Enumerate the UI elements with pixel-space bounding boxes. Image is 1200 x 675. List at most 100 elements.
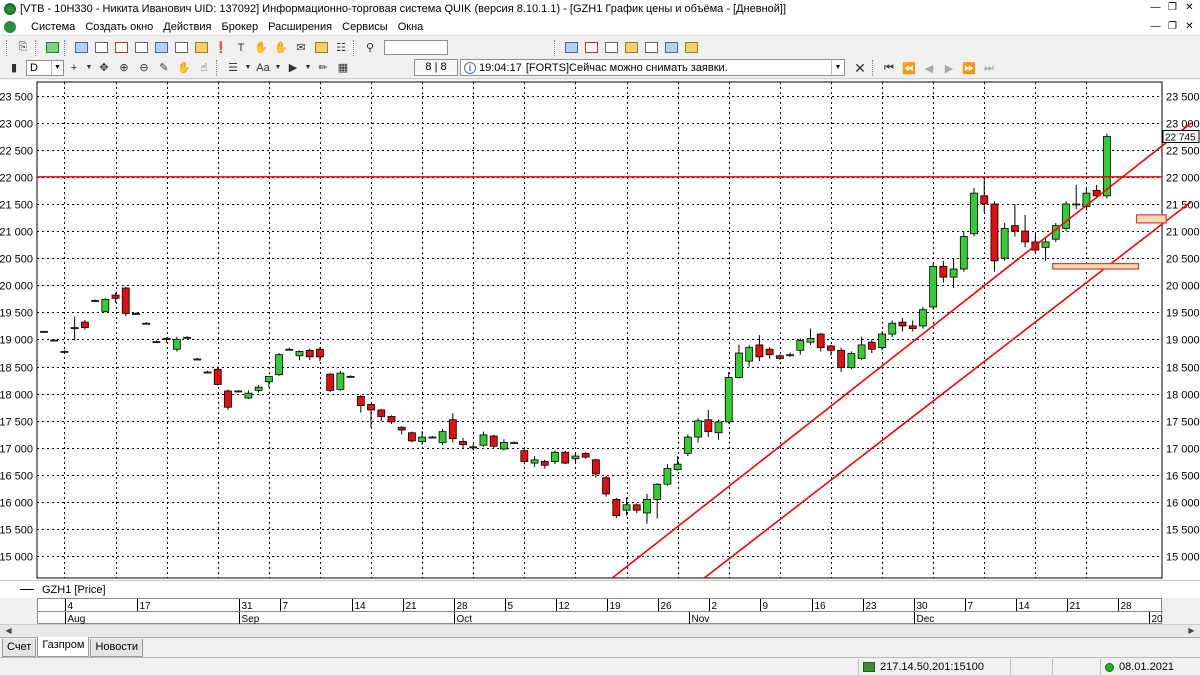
connection-icon — [863, 662, 875, 672]
toolbar-grip[interactable] — [6, 39, 9, 56]
forward-icon[interactable]: ▶ — [940, 60, 958, 76]
quotes-icon[interactable] — [92, 40, 110, 56]
candle-body — [326, 373, 335, 391]
tab-gazprom[interactable]: Газпром — [37, 637, 90, 657]
price-chart[interactable]: 15 000 15 000 15 500 15 500 16 000 16 000 16 5… — [0, 80, 1200, 580]
tool-t-icon[interactable]: T — [232, 40, 250, 56]
font-icon[interactable]: Aa — [254, 60, 272, 76]
close-message-icon[interactable]: ✕ — [851, 60, 869, 76]
app-menu-icon[interactable] — [4, 20, 16, 33]
interval-select[interactable]: D ▼ — [26, 59, 64, 76]
message-icon[interactable] — [602, 40, 620, 56]
search-input[interactable] — [384, 40, 448, 55]
chart-canvas[interactable]: 15 000 15 000 15 500 15 500 16 000 16 000 16 5… — [0, 80, 1200, 580]
candle-body — [714, 421, 723, 434]
child-minimize-icon[interactable]: — — [1147, 19, 1164, 35]
candle-body — [704, 419, 713, 433]
zoom-in-icon[interactable]: ⊕ — [115, 60, 133, 76]
zoom-out-icon[interactable]: ⊖ — [135, 60, 153, 76]
candle-body — [571, 455, 580, 460]
restore-icon[interactable]: ❐ — [1164, 0, 1181, 16]
current-table-icon[interactable] — [72, 40, 90, 56]
inbox-icon[interactable] — [662, 40, 680, 56]
mail-icon[interactable] — [642, 40, 660, 56]
connect-icon[interactable] — [562, 40, 580, 56]
chart-type-icon[interactable]: ▮ — [5, 60, 23, 76]
menu-broker[interactable]: Брокер — [217, 21, 264, 33]
menu-windows[interactable]: Окна — [393, 21, 429, 33]
y-tick-label-right: 23 500 — [1166, 92, 1200, 104]
last-icon[interactable]: ⏭ — [980, 60, 998, 76]
close-icon[interactable]: ✕ — [1181, 0, 1198, 16]
portfolio-icon[interactable] — [152, 40, 170, 56]
wallet-icon[interactable] — [312, 40, 330, 56]
search-icon[interactable]: ⚲ — [361, 40, 379, 56]
disconnect-icon[interactable] — [582, 40, 600, 56]
y-tick-label-left: 22 000 — [0, 173, 33, 185]
menu-extensions[interactable]: Расширения — [263, 21, 337, 33]
menu-services[interactable]: Сервисы — [337, 21, 393, 33]
lines-icon[interactable]: ☰ — [224, 60, 242, 76]
y-tick-label-right: 20 000 — [1166, 281, 1200, 293]
y-tick-label-right: 16 000 — [1166, 498, 1200, 510]
link-icon[interactable]: ⎘ — [14, 40, 32, 56]
y-tick-label-left: 16 000 — [0, 498, 33, 510]
dropdown-small-icon-3[interactable]: ▼ — [274, 60, 282, 76]
analysis-icon[interactable]: ☷ — [332, 40, 350, 56]
position-icon[interactable] — [192, 40, 210, 56]
scroll-right-icon[interactable]: ▶ — [1185, 625, 1198, 637]
candle-body — [224, 390, 232, 408]
new-order-icon[interactable] — [43, 40, 61, 56]
alert-icon[interactable]: ❗ — [212, 40, 230, 56]
status-message-box[interactable]: i 19:04:17 [FORTS]Сейчас можно снимать з… — [460, 59, 845, 76]
tab-news[interactable]: Новости — [90, 639, 144, 657]
dropdown-small-icon[interactable]: ▼ — [85, 60, 93, 76]
back-icon[interactable]: ◀ — [920, 60, 938, 76]
scroll-left-icon[interactable]: ◀ — [2, 625, 15, 637]
y-tick-label-right: 20 500 — [1166, 254, 1200, 266]
dropdown-small-icon-4[interactable]: ▼ — [304, 60, 312, 76]
first-icon[interactable]: ⏮ — [880, 60, 898, 76]
candle-body — [499, 442, 508, 450]
move-icon[interactable]: ✥ — [95, 60, 113, 76]
draw-icon[interactable]: ✏ — [314, 60, 332, 76]
eraser-icon[interactable]: ▦ — [334, 60, 352, 76]
dropdown-small-icon-2[interactable]: ▼ — [244, 60, 252, 76]
orders-icon[interactable] — [132, 40, 150, 56]
horizontal-scrollbar[interactable]: ◀ ▶ — [0, 624, 1200, 637]
hand-select-icon[interactable]: ☝ — [195, 60, 213, 76]
y-tick-label-right: 17 500 — [1166, 417, 1200, 429]
child-close-icon[interactable]: ✕ — [1181, 19, 1198, 35]
crosshair-icon[interactable]: + — [65, 60, 83, 76]
bell-icon[interactable]: ✉ — [292, 40, 310, 56]
next-icon[interactable]: ⏩ — [960, 60, 978, 76]
stop-orders-icon[interactable] — [172, 40, 190, 56]
y-tick-label-left: 17 500 — [0, 417, 33, 429]
menu-system[interactable]: Система — [26, 21, 80, 33]
note-icon[interactable] — [622, 40, 640, 56]
hand-icon[interactable]: ✋ — [252, 40, 270, 56]
chevron-down-icon[interactable]: ▼ — [831, 60, 844, 75]
pan-icon[interactable]: ✋ — [175, 60, 193, 76]
candle-body — [632, 504, 641, 511]
candle-body — [459, 440, 467, 446]
hand-icon-2[interactable]: ✋ — [272, 40, 290, 56]
day-tick-label: 16 — [815, 601, 827, 612]
tab-account[interactable]: Счет — [2, 639, 37, 657]
archive-icon[interactable] — [682, 40, 700, 56]
legend-series-label[interactable]: GZH1 [Price] — [42, 584, 106, 596]
menu-actions[interactable]: Действия — [158, 21, 216, 33]
day-tick-label: 19 — [610, 601, 622, 612]
marker-icon[interactable]: ▶ — [284, 60, 302, 76]
chevron-down-icon[interactable]: ▼ — [51, 60, 63, 75]
prev-icon[interactable]: ⏪ — [900, 60, 918, 76]
ruler-icon[interactable]: ✎ — [155, 60, 173, 76]
child-restore-icon[interactable]: ❐ — [1164, 19, 1181, 35]
candle-body — [694, 420, 702, 438]
candle-body — [755, 344, 764, 358]
toolbar-separator — [353, 39, 356, 56]
candle-body — [653, 483, 662, 500]
minimize-icon[interactable]: — — [1147, 0, 1164, 16]
menu-create-window[interactable]: Создать окно — [80, 21, 158, 33]
trades-icon[interactable] — [112, 40, 130, 56]
